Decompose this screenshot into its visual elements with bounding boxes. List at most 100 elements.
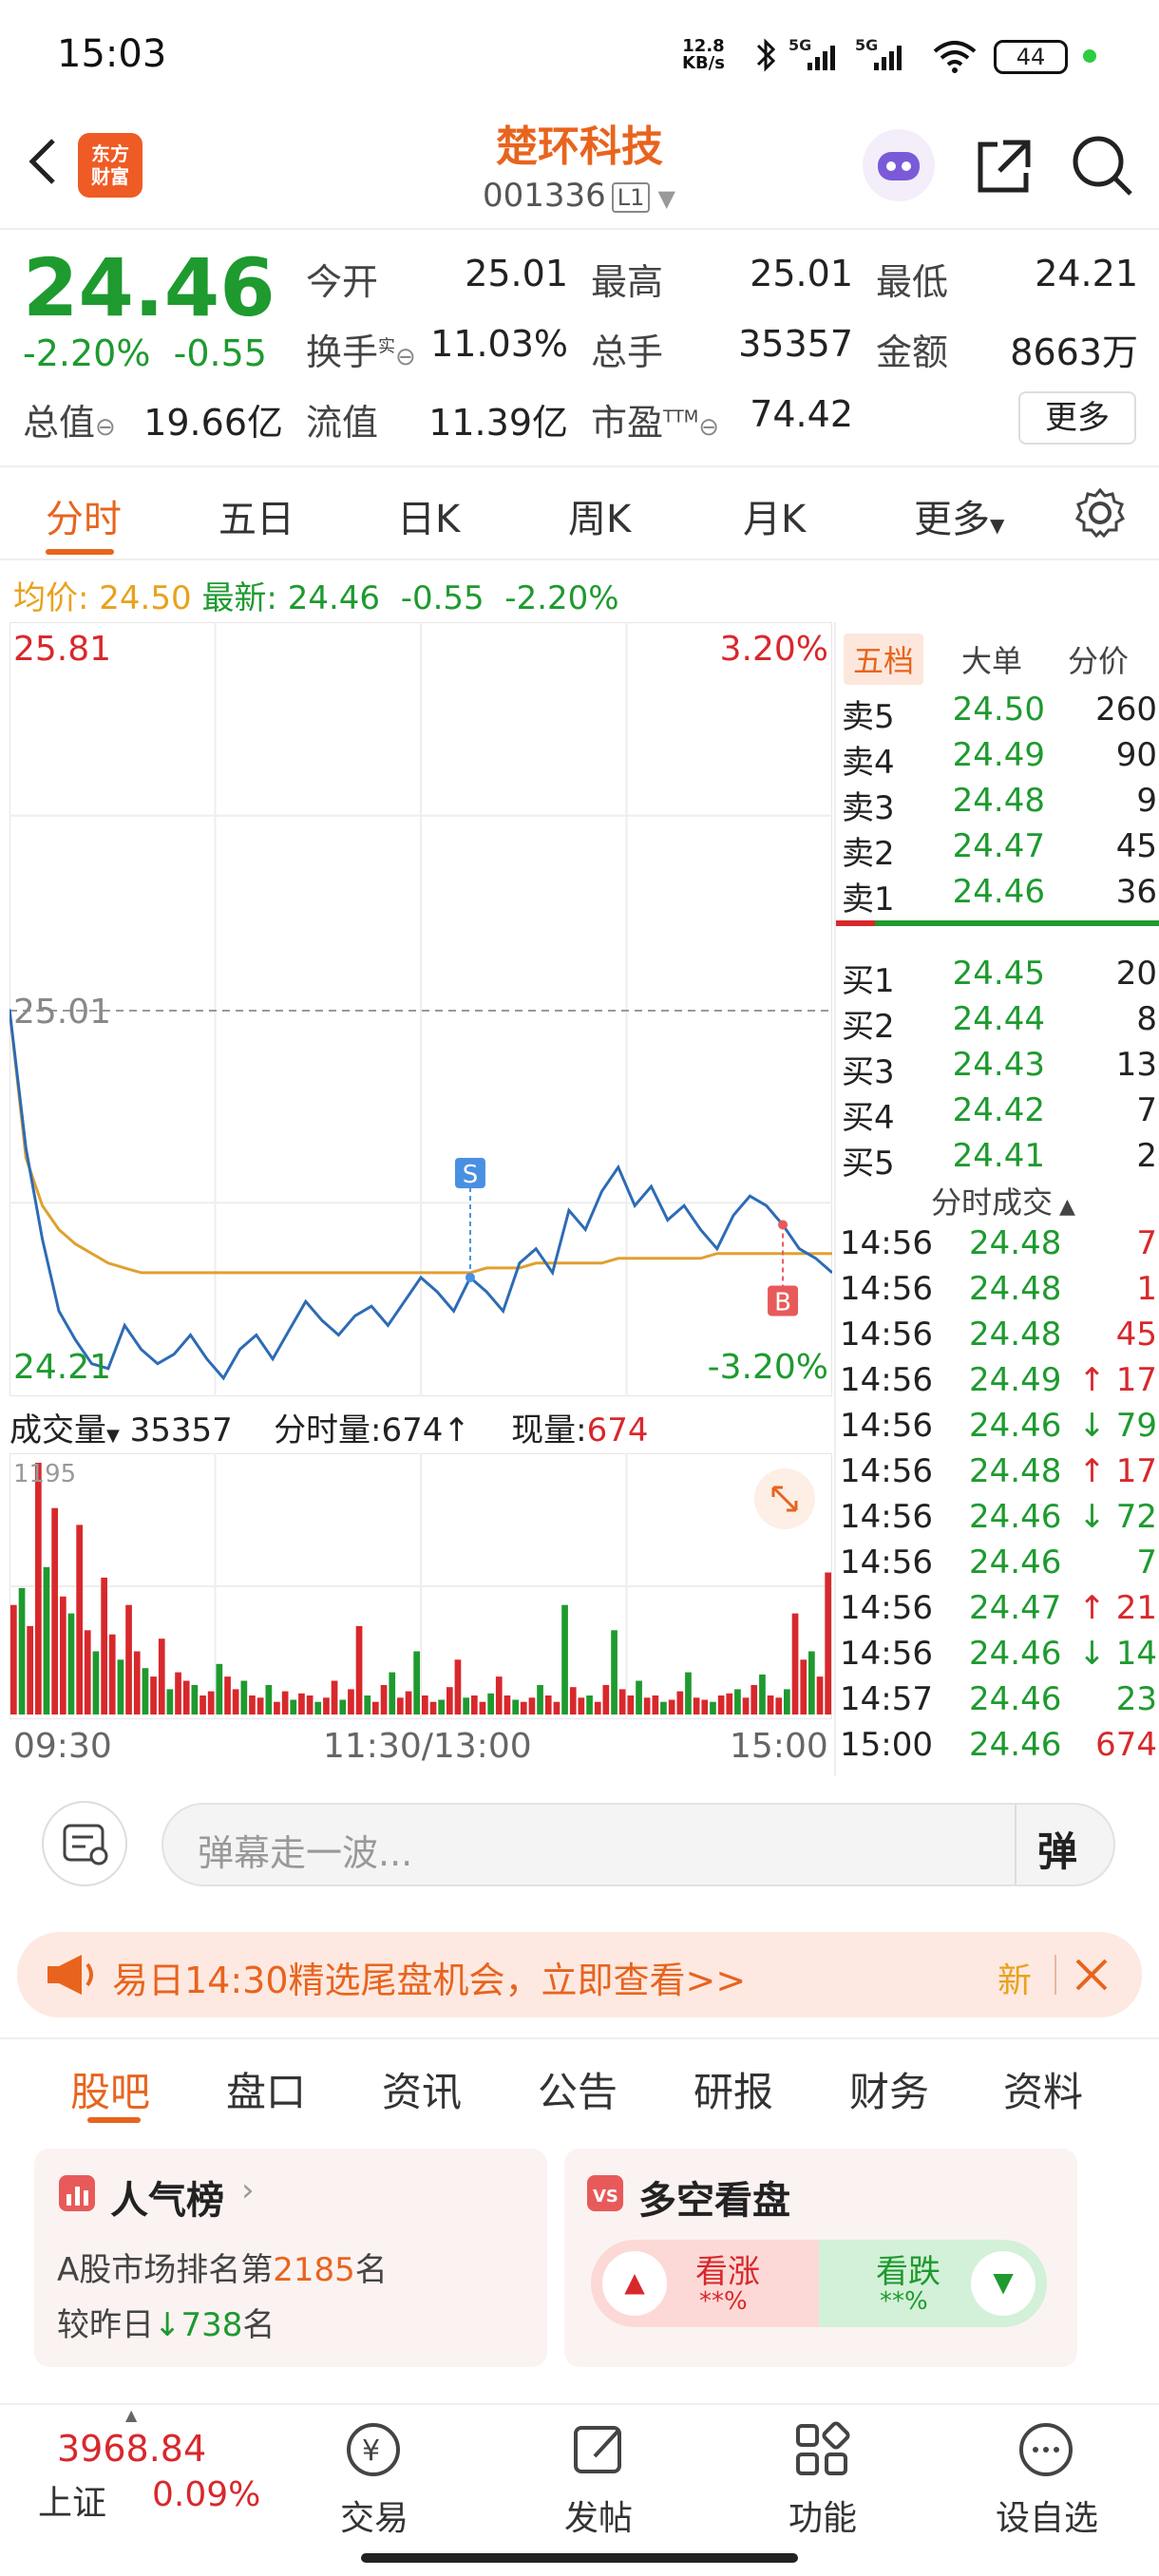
bid-level[interactable]: 买5 24.41 2: [836, 1137, 1159, 1183]
sentiment-card[interactable]: VS 多空看盘 ▲ 看涨 **% 看跌 **% ▼: [564, 2149, 1077, 2367]
danmu-placeholder: 弹幕走一波...: [198, 1832, 413, 1874]
down-arrow-icon: ▼: [971, 2251, 1036, 2316]
tab-intraday[interactable]: 分时: [46, 488, 122, 543]
tab-research[interactable]: 研报: [694, 2060, 773, 2118]
share-icon[interactable]: [969, 133, 1036, 199]
volume-bar: [438, 1699, 445, 1714]
tab-five-day[interactable]: 五日: [218, 488, 294, 543]
trade-price: 24.48: [969, 1270, 1062, 1308]
volume-bar: [800, 1659, 808, 1714]
more-dots-icon[interactable]: [1016, 2420, 1075, 2479]
index-pct[interactable]: 0.09%: [152, 2475, 260, 2514]
danmu-input[interactable]: 弹幕走一波... 弹: [162, 1803, 1115, 1886]
volume-bar: [636, 1680, 642, 1714]
index-name[interactable]: 上证: [38, 2475, 106, 2525]
trade-icon[interactable]: ¥: [344, 2420, 403, 2479]
ask-level[interactable]: 卖1 24.46 36: [836, 873, 1159, 919]
megaphone-icon: [48, 1955, 93, 1995]
nav-trade[interactable]: 交易: [308, 2491, 441, 2540]
level-label: 卖3: [842, 789, 895, 827]
volume-bar: [43, 1566, 50, 1714]
bid-level[interactable]: 买3 24.43 13: [836, 1046, 1159, 1091]
volume-bar: [249, 1695, 256, 1714]
volume-bar: [224, 1676, 231, 1714]
tab-profile[interactable]: 资料: [1003, 2060, 1083, 2118]
settings-gear-icon[interactable]: [1074, 486, 1127, 540]
tab-month-k[interactable]: 月K: [743, 488, 806, 543]
volume-bar: [191, 1685, 199, 1714]
function-grid-icon[interactable]: [792, 2420, 851, 2479]
rank-line: A股市场排名第2185名: [57, 2251, 388, 2289]
trade-row: 14:56 24.49 ↑ 17: [836, 1361, 1159, 1407]
intraday-price-chart[interactable]: S B 25.81 24.21 25.01 3.20% -3.20%: [10, 622, 832, 1396]
nav-post[interactable]: 发帖: [532, 2491, 665, 2540]
ask-level[interactable]: 卖2 24.47 45: [836, 827, 1159, 873]
vote-down-button[interactable]: 看跌 **% ▼: [819, 2240, 1047, 2327]
svg-text:¥: ¥: [362, 2434, 380, 2468]
promo-banner[interactable]: 易日14:30精选尾盘机会，立即查看>> 新: [17, 1932, 1142, 2017]
danmu-toggle-button[interactable]: [42, 1801, 127, 1886]
bid-level[interactable]: 买2 24.44 8: [836, 1000, 1159, 1046]
float-label: 流值: [306, 402, 379, 444]
tab-more[interactable]: 更多▼: [914, 488, 1004, 543]
volume-chart[interactable]: 1195: [10, 1453, 832, 1719]
nav-function[interactable]: 功能: [756, 2491, 889, 2540]
mktcap-value: 19.66亿: [143, 402, 283, 444]
trade-time: 14:57: [840, 1680, 933, 1718]
trade-row: 14:56 24.46 ↓ 14: [836, 1635, 1159, 1680]
volume-bar: [446, 1687, 453, 1714]
trade-price: 24.46: [969, 1407, 1062, 1445]
bluetooth-icon: [756, 38, 776, 72]
volume-bar: [471, 1695, 478, 1714]
tab-day-k[interactable]: 日K: [397, 488, 460, 543]
tab-five-levels[interactable]: 五档: [844, 634, 924, 685]
danmu-send-button: 弹: [1037, 1828, 1078, 1875]
tab-finance[interactable]: 财务: [849, 2060, 929, 2118]
tab-guba[interactable]: 股吧: [70, 2060, 150, 2118]
trade-time: 14:56: [840, 1589, 933, 1627]
trade-time: 14:56: [840, 1498, 933, 1536]
more-button[interactable]: 更多: [1018, 391, 1136, 445]
search-icon[interactable]: [1068, 131, 1136, 199]
trades-header[interactable]: 分时成交 ▲: [931, 1179, 1075, 1222]
volume-bar: [207, 1691, 215, 1714]
index-value[interactable]: 3968.84: [57, 2428, 206, 2470]
trade-row: 14:56 24.47 ↑ 21: [836, 1589, 1159, 1635]
volume-bar: [35, 1463, 42, 1714]
volume-bar: [693, 1697, 700, 1714]
bid-level[interactable]: 买1 24.45 20: [836, 955, 1159, 1000]
close-icon[interactable]: [1072, 1955, 1112, 1995]
volume-bar: [561, 1604, 568, 1714]
ask-level[interactable]: 卖5 24.50 260: [836, 691, 1159, 736]
volume-bar: [117, 1659, 124, 1714]
vote-up-button[interactable]: ▲ 看涨 **%: [591, 2240, 819, 2327]
volume-bar: [742, 1697, 750, 1714]
bid-level[interactable]: 买4 24.42 7: [836, 1091, 1159, 1137]
volume-bar: [175, 1672, 181, 1714]
tab-price-split[interactable]: 分价: [1068, 637, 1129, 681]
trade-price: 24.48: [969, 1316, 1062, 1354]
rank-change-line: 较昨日↓738名: [57, 2306, 276, 2344]
popularity-card[interactable]: 人气榜 › A股市场排名第2185名 较昨日↓738名: [34, 2149, 547, 2367]
stock-code[interactable]: 001336 L1 ▼: [483, 177, 675, 215]
nav-add-watchlist[interactable]: 设自选: [980, 2491, 1113, 2540]
ask-level[interactable]: 卖3 24.48 9: [836, 782, 1159, 827]
tab-news[interactable]: 资讯: [382, 2060, 462, 2118]
post-icon[interactable]: [570, 2420, 629, 2479]
volume-bar: [784, 1689, 790, 1714]
status-time: 15:03: [57, 32, 167, 76]
volume-bar: [51, 1507, 58, 1714]
ai-assistant-icon[interactable]: [863, 129, 935, 201]
volume-bar: [611, 1630, 618, 1714]
danmu-icon: [63, 1824, 108, 1866]
tab-announcements[interactable]: 公告: [538, 2060, 618, 2118]
x-label-open: 09:30: [13, 1727, 112, 1766]
volume-bar: [92, 1651, 100, 1714]
level-volume: 36: [1115, 873, 1157, 911]
tab-big-orders[interactable]: 大单: [961, 637, 1022, 681]
tab-week-k[interactable]: 周K: [568, 488, 631, 543]
ask-level[interactable]: 卖4 24.49 90: [836, 736, 1159, 782]
charging-dot: [1083, 49, 1096, 63]
tab-pankou[interactable]: 盘口: [226, 2060, 306, 2118]
volume-selector[interactable]: 成交量▼: [10, 1411, 120, 1449]
